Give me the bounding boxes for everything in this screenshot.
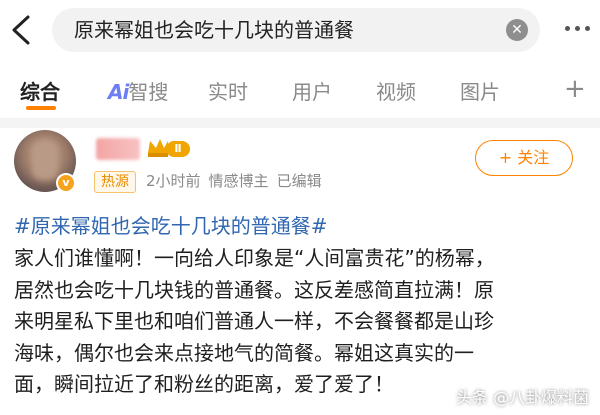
topic-hashtag[interactable]: #原来幂姐也会吃十几块的普通餐# xyxy=(14,210,328,239)
post-line: 来明星私下里也和咱们普通人一样，不会餐餐都是山珍 xyxy=(14,309,494,333)
post-line: 居然也会吃十几块钱的普通餐。这反差感简直拉满！原 xyxy=(14,277,494,302)
verified-icon: v xyxy=(56,173,76,193)
ai-logo-icon: Ai xyxy=(108,80,129,104)
tab-realtime[interactable]: 实时 xyxy=(208,76,248,105)
search-header: 原来幂姐也会吃十几块的普通餐 ✕ xyxy=(0,0,600,62)
tab-ai-search[interactable]: Ai智搜 xyxy=(108,76,168,104)
tab-users[interactable]: 用户 xyxy=(292,76,332,105)
post-meta: 热源 2小时前 情感博主 已编辑 xyxy=(94,170,330,193)
follow-button[interactable]: + 关注 xyxy=(475,140,573,176)
search-input[interactable]: 原来幂姐也会吃十几块的普通餐 ✕ xyxy=(52,8,540,52)
tab-images[interactable]: 图片 xyxy=(460,76,500,105)
section-divider xyxy=(0,118,600,128)
post-line: 家人们谁懂啊！一向给人印象是“人间富贵花”的杨幂， xyxy=(14,246,495,270)
post-body: 家人们谁懂啊！一向给人印象是“人间富贵花”的杨幂， 居然也会吃十几块钱的普通餐。… xyxy=(14,243,590,401)
source-badge: 热源 xyxy=(94,171,136,193)
edited-label: 已编辑 xyxy=(276,172,322,190)
post-line: 海味，偶尔也会来点接地气的简餐。幂姐这真实的一 xyxy=(14,340,474,365)
more-icon[interactable] xyxy=(563,22,593,36)
clear-icon[interactable]: ✕ xyxy=(506,19,528,41)
tab-ai-search-label: 智搜 xyxy=(128,80,169,104)
add-tab-button[interactable]: + xyxy=(564,74,586,104)
back-arrow-icon[interactable] xyxy=(8,14,34,46)
active-tab-indicator xyxy=(26,106,56,110)
search-query: 原来幂姐也会吃十几块的普通餐 xyxy=(74,18,354,42)
author-role: 情感博主 xyxy=(208,172,269,190)
tab-video[interactable]: 视频 xyxy=(376,76,416,105)
watermark: 头条 @八卦爆料菌 xyxy=(456,388,590,407)
username-blurred[interactable] xyxy=(96,138,140,160)
post-time: 2小时前 xyxy=(146,172,201,190)
tab-comprehensive[interactable]: 综合 xyxy=(20,76,60,105)
user-level-badge: Ⅱ xyxy=(166,141,190,157)
